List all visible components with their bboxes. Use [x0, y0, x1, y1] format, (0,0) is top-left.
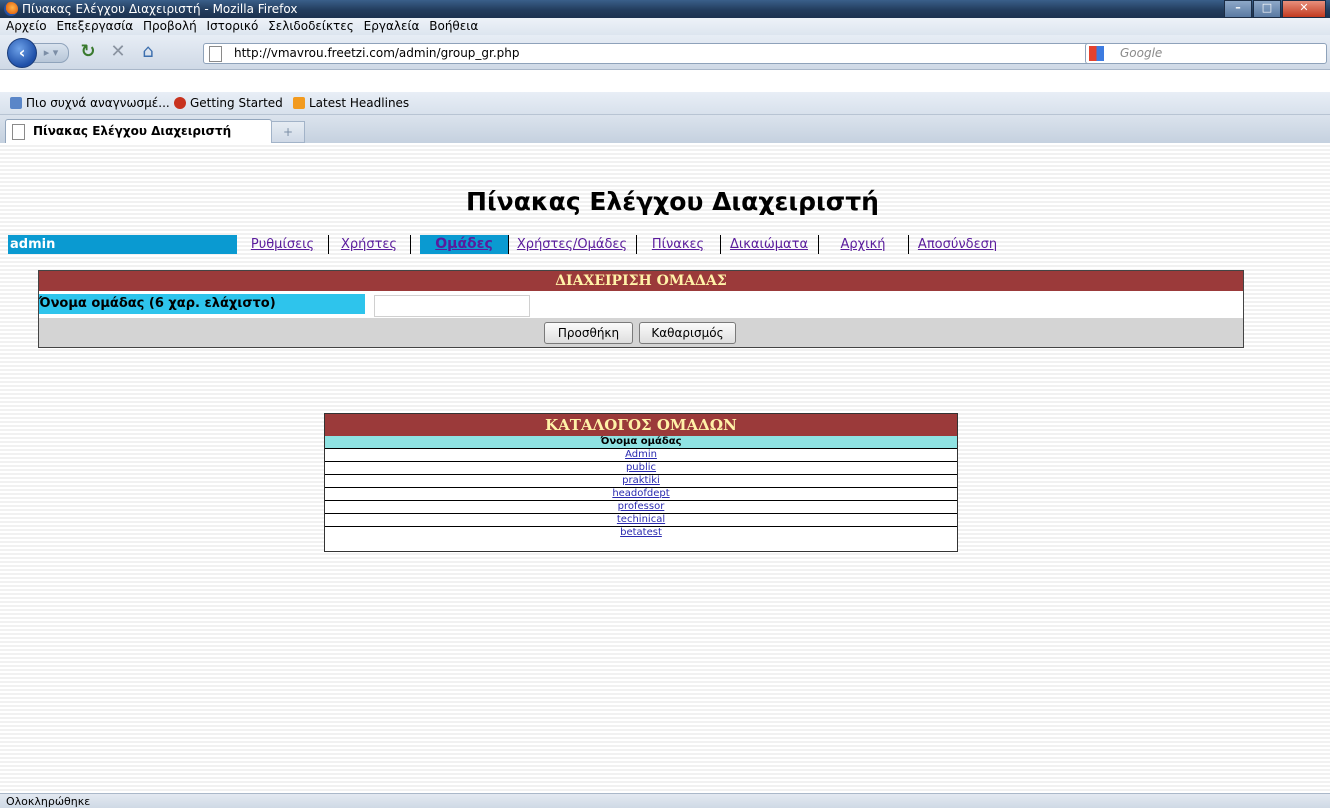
search-bar[interactable]: Google ⌕: [1085, 43, 1327, 64]
list-item: Admin: [325, 449, 957, 462]
form-header: ΔΙΑΧΕΙΡΙΣΗ ΟΜΑΔΑΣ: [39, 271, 1243, 291]
clear-button[interactable]: Καθαρισμός: [639, 322, 736, 344]
list-item: headofdept: [325, 488, 957, 501]
page-title: Πίνακας Ελέγχου Διαχειριστή: [466, 187, 879, 216]
menu-bookmarks[interactable]: Σελιδοδείκτες: [268, 18, 354, 35]
google-icon[interactable]: [1089, 46, 1104, 61]
status-bar: Ολοκληρώθηκε: [0, 793, 1330, 808]
minimize-button[interactable]: –: [1224, 0, 1252, 18]
menu-file[interactable]: Αρχείο: [6, 18, 47, 35]
rss-icon: [293, 97, 305, 109]
tab-strip: Πίνακας Ελέγχου Διαχειριστή +: [0, 115, 1330, 144]
menu-edit[interactable]: Επεξεργασία: [56, 18, 133, 35]
group-link-professor[interactable]: professor: [618, 501, 665, 512]
group-name-input[interactable]: [374, 295, 530, 317]
list-item: betatest: [325, 527, 957, 539]
page-content: Πίνακας Ελέγχου Διαχειριστή admin Ρυθμίσ…: [0, 143, 1330, 793]
nav-home[interactable]: Αρχική: [818, 235, 909, 254]
search-input[interactable]: Google: [1120, 44, 1162, 63]
groups-list: ΚΑΤΑΛΟΓΟΣ ΟΜΑΔΩΝ Όνομα ομάδας Admin publ…: [324, 413, 958, 552]
back-button[interactable]: ‹: [7, 38, 37, 68]
bookmark-latest-headlines[interactable]: Latest Headlines: [293, 92, 409, 114]
home-icon[interactable]: ⌂: [138, 42, 158, 62]
maximize-button[interactable]: □: [1253, 0, 1281, 18]
group-name-label: Όνομα ομάδας (6 χαρ. ελάχιστο): [39, 294, 365, 314]
group-link-admin[interactable]: Admin: [625, 449, 657, 460]
new-tab-button[interactable]: +: [271, 121, 305, 143]
window-titlebar: Πίνακας Ελέγχου Διαχειριστή - Mozilla Fi…: [0, 0, 1330, 18]
group-management-form: ΔΙΑΧΕΙΡΙΣΗ ΟΜΑΔΑΣ Όνομα ομάδας (6 χαρ. ε…: [38, 270, 1244, 348]
bookmark-getting-started[interactable]: Getting Started: [174, 92, 283, 114]
list-item: professor: [325, 501, 957, 514]
form-actions: Προσθήκη Καθαρισμός: [39, 318, 1243, 347]
stop-icon[interactable]: ✕: [108, 42, 128, 62]
nav-groups[interactable]: Ομάδες: [420, 235, 509, 254]
most-visited-icon: [10, 97, 22, 109]
firefox-bookmark-icon: [174, 97, 186, 109]
bookmark-label: Latest Headlines: [309, 96, 410, 110]
menu-history[interactable]: Ιστορικό: [207, 18, 259, 35]
bookmark-most-visited[interactable]: Πιο συχνά αναγνωσμέ...: [10, 92, 170, 114]
add-group-button[interactable]: Προσθήκη: [544, 322, 633, 344]
close-button[interactable]: ✕: [1282, 0, 1326, 18]
window-controls: – □ ✕: [1223, 0, 1326, 18]
page-icon: [12, 124, 25, 140]
list-header: ΚΑΤΑΛΟΓΟΣ ΟΜΑΔΩΝ: [325, 414, 957, 436]
column-header: Όνομα ομάδας: [325, 436, 957, 449]
list-item: praktiki: [325, 475, 957, 488]
nav-permissions[interactable]: Δικαιώματα: [720, 235, 819, 254]
tab-active[interactable]: Πίνακας Ελέγχου Διαχειριστή: [5, 119, 272, 143]
reload-icon[interactable]: ↻: [78, 42, 98, 62]
firefox-icon: [4, 2, 18, 16]
bookmark-label: Πιο συχνά αναγνωσμέ...: [26, 96, 170, 110]
group-link-betatest[interactable]: betatest: [620, 527, 662, 538]
nav-users[interactable]: Χρήστες: [328, 235, 411, 254]
list-item: public: [325, 462, 957, 475]
list-item: techinical: [325, 514, 957, 527]
bookmarks-toolbar: Πιο συχνά αναγνωσμέ... Getting Started L…: [0, 92, 1330, 115]
current-user: admin: [8, 235, 237, 254]
tab-title: Πίνακας Ελέγχου Διαχειριστή: [33, 124, 232, 138]
page-icon: [209, 46, 222, 62]
bookmark-label: Getting Started: [190, 96, 283, 110]
nav-logout[interactable]: Αποσύνδεση: [908, 235, 1007, 254]
window-title: Πίνακας Ελέγχου Διαχειριστή - Mozilla Fi…: [22, 2, 298, 16]
group-link-headofdept[interactable]: headofdept: [612, 488, 669, 499]
menu-tools[interactable]: Εργαλεία: [364, 18, 420, 35]
group-link-techinical[interactable]: techinical: [617, 514, 665, 525]
nav-user-groups[interactable]: Χρήστες/Ομάδες: [508, 235, 637, 254]
nav-settings[interactable]: Ρυθμίσεις: [237, 235, 329, 254]
menu-bar: Αρχείο Επεξεργασία Προβολή Ιστορικό Σελι…: [0, 18, 1330, 35]
url-text[interactable]: http://vmavrou.freetzi.com/admin/group_g…: [234, 44, 520, 63]
nav-tables[interactable]: Πίνακες: [636, 235, 721, 254]
menu-help[interactable]: Βοήθεια: [429, 18, 478, 35]
group-link-public[interactable]: public: [626, 462, 656, 473]
menu-view[interactable]: Προβολή: [143, 18, 197, 35]
forward-button[interactable]: ▸ ▾: [33, 43, 69, 63]
navigation-toolbar: ▸ ▾ ‹ ↻ ✕ ⌂ http://vmavrou.freetzi.com/a…: [0, 35, 1330, 70]
group-link-praktiki[interactable]: praktiki: [622, 475, 660, 486]
